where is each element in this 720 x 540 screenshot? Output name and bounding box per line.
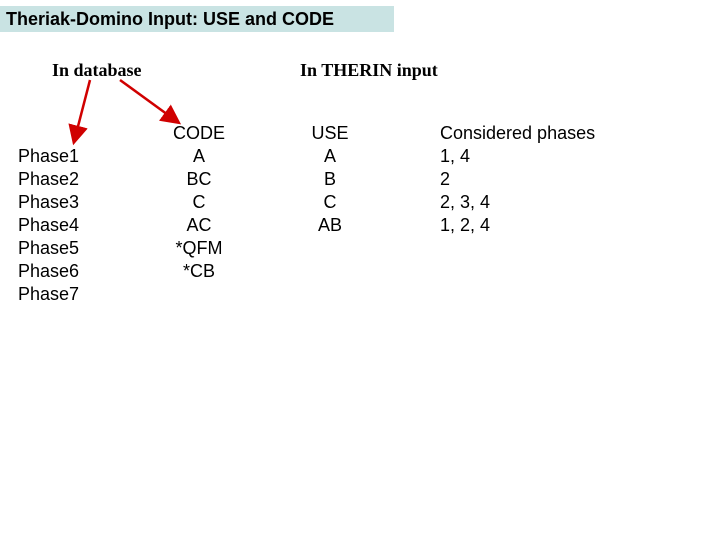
list-item: Phase7 <box>18 283 138 306</box>
list-item: A <box>300 145 360 168</box>
list-item: C <box>300 191 360 214</box>
list-item: 1, 2, 4 <box>440 214 660 237</box>
list-item: 1, 4 <box>440 145 660 168</box>
list-item: Phase1 <box>18 145 138 168</box>
list-item: 2 <box>440 168 660 191</box>
arrow-db-to-phase-icon <box>70 80 110 150</box>
list-item: Phase5 <box>18 237 138 260</box>
list-item: Phase3 <box>18 191 138 214</box>
list-item: 2, 3, 4 <box>440 191 660 214</box>
header-in-database: In database <box>52 60 142 81</box>
use-header: USE <box>300 122 360 145</box>
code-header: CODE <box>164 122 234 145</box>
list-item: B <box>300 168 360 191</box>
list-item: AB <box>300 214 360 237</box>
list-item: Phase4 <box>18 214 138 237</box>
list-item: A <box>164 145 234 168</box>
header-in-therin: In THERIN input <box>300 60 438 81</box>
phase-column: Phase1 Phase2 Phase3 Phase4 Phase5 Phase… <box>18 145 138 306</box>
list-item: *CB <box>164 260 234 283</box>
page-title-text: Theriak-Domino Input: USE and CODE <box>6 9 334 30</box>
list-item: Phase2 <box>18 168 138 191</box>
use-column: USE A B C AB <box>300 122 360 237</box>
considered-column: Considered phases 1, 4 2 2, 3, 4 1, 2, 4 <box>440 122 660 237</box>
code-column: CODE A BC C AC *QFM *CB <box>164 122 234 283</box>
considered-header: Considered phases <box>440 122 660 145</box>
list-item: Phase6 <box>18 260 138 283</box>
list-item: AC <box>164 214 234 237</box>
list-item: BC <box>164 168 234 191</box>
list-item: C <box>164 191 234 214</box>
page-title: Theriak-Domino Input: USE and CODE <box>0 6 394 32</box>
list-item: *QFM <box>164 237 234 260</box>
